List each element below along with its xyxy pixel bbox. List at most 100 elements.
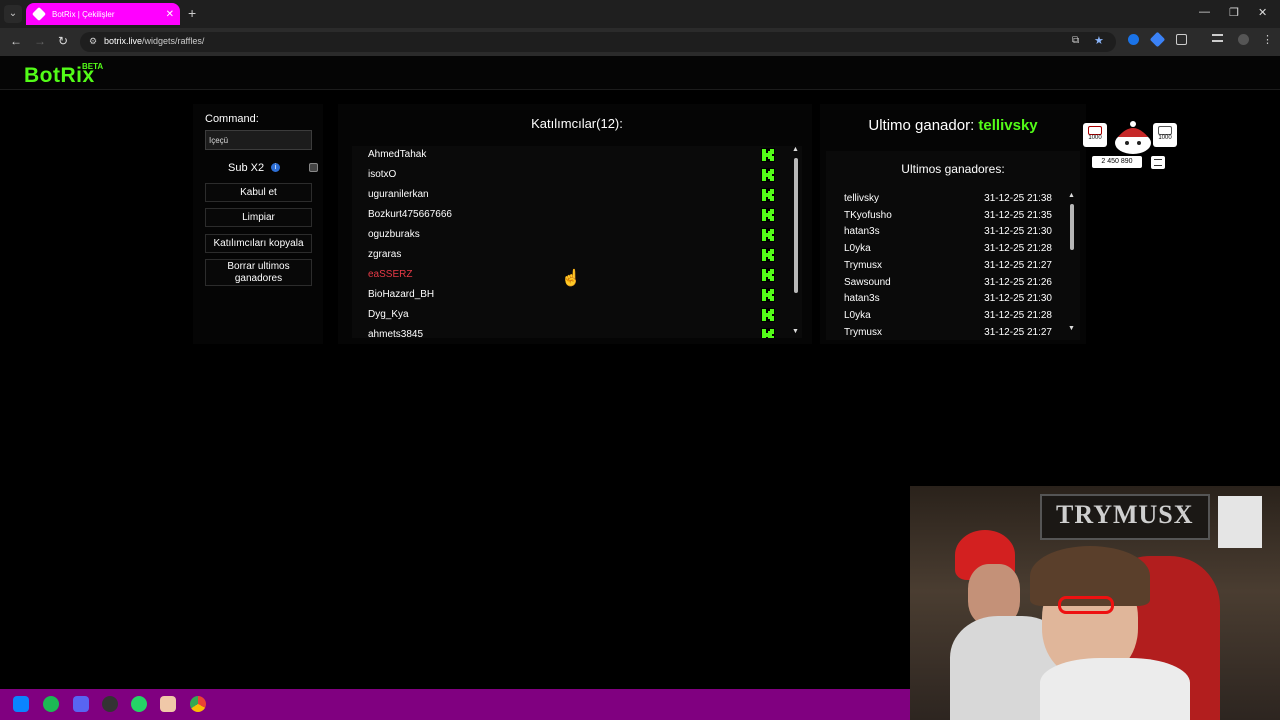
webcam-sign: TRYMUSX	[1056, 500, 1194, 529]
translate-icon[interactable]: ⧉	[1072, 35, 1079, 46]
winner-name: L0yka	[844, 243, 871, 255]
winner-date: 31-12-25 21:28	[984, 243, 1052, 255]
subgoal-badge-left: 1000	[1083, 123, 1107, 147]
media-icon[interactable]	[1212, 34, 1223, 42]
copy-participants-button[interactable]: Katılımcıları kopyala	[205, 234, 312, 253]
participant-row: BioHazard_BH	[352, 286, 782, 306]
winner-date: 31-12-25 21:30	[984, 293, 1052, 305]
winners-list-title: Ultimos ganadores:	[901, 162, 1005, 176]
sub-x2-checkbox[interactable]	[309, 163, 318, 172]
botrix-favicon-icon	[31, 6, 47, 22]
profile-icon[interactable]	[1238, 34, 1249, 45]
kick-logo-icon	[761, 168, 775, 182]
scroll-up-icon[interactable]: ▲	[1068, 192, 1075, 199]
kick-logo-icon	[761, 208, 775, 222]
tab-search-icon[interactable]: ⌄	[4, 5, 22, 23]
winner-row: hatan3s 31-12-25 21:30	[844, 226, 1058, 242]
tab-close-icon[interactable]: ✕	[166, 9, 174, 20]
back-icon[interactable]: ←	[10, 34, 22, 48]
info-icon[interactable]: i	[271, 163, 280, 172]
winner-row: TKyofusho 31-12-25 21:35	[844, 210, 1058, 226]
winner-date: 31-12-25 21:27	[984, 326, 1052, 338]
maximize-icon[interactable]: ❐	[1229, 6, 1239, 19]
winner-name: tellivsky	[844, 193, 880, 204]
last-winner: Ultimo ganador: tellivsky	[826, 117, 1080, 134]
participants-scrollbar[interactable]: ▲ ▼	[790, 146, 802, 338]
subgoal-badge-right: 1000	[1153, 123, 1177, 147]
browser-toolbar: ← → ↻ ⚙ botrix.live/widgets/raffles/ ⧉ ★	[0, 28, 1280, 56]
scroll-up-icon[interactable]: ▲	[792, 146, 799, 153]
forward-icon[interactable]: →	[34, 34, 46, 48]
new-tab-icon[interactable]: +	[188, 5, 196, 21]
scroll-down-icon[interactable]: ▼	[792, 328, 799, 335]
scroll-down-icon[interactable]: ▼	[1068, 325, 1075, 332]
goal-counter: 2 450 890	[1092, 156, 1142, 168]
kick-logo-icon	[761, 308, 775, 322]
discord-icon[interactable]	[73, 696, 89, 712]
tab-title: BotRix | Çekilişler	[52, 9, 115, 19]
participant-row: isotxO	[352, 166, 782, 186]
command-label: Command:	[205, 113, 259, 125]
mouse-cursor-icon: ☝	[561, 270, 581, 287]
winner-row: Trymusx 31-12-25 21:27	[844, 260, 1058, 276]
whatsapp-icon[interactable]	[131, 696, 147, 712]
reload-icon[interactable]: ↻	[58, 34, 68, 48]
site-info-icon[interactable]: ⚙	[89, 36, 97, 47]
mascot-icon	[1115, 121, 1151, 154]
gift-icon	[1158, 126, 1172, 135]
url-text: botrix.live/widgets/raffles/	[104, 36, 205, 46]
extensions-puzzle-icon[interactable]	[1176, 34, 1187, 45]
winner-date: 31-12-25 21:28	[984, 309, 1052, 321]
winner-name: L0yka	[844, 309, 871, 321]
extension-icon[interactable]	[1128, 34, 1139, 45]
kick-logo-icon	[761, 148, 775, 162]
clear-button[interactable]: Limpiar	[205, 208, 312, 227]
participant-name: uguranilerkan	[368, 189, 429, 200]
winners-scrollbar[interactable]: ▲ ▼	[1066, 192, 1078, 334]
participant-name: Dyg_Kya	[368, 309, 409, 320]
delete-winners-button[interactable]: Borrar ultimos ganadores	[205, 259, 312, 286]
address-bar[interactable]: ⚙ botrix.live/widgets/raffles/ ⧉ ★	[80, 32, 1116, 52]
winner-name: Trymusx	[844, 259, 882, 271]
winner-row: hatan3s 31-12-25 21:30	[844, 293, 1058, 309]
accept-button[interactable]: Kabul et	[205, 183, 312, 202]
photos-icon[interactable]	[160, 696, 176, 712]
participant-row: zgraras	[352, 246, 782, 266]
participant-name: eaSSERZ	[368, 269, 413, 280]
window-close-icon[interactable]: ✕	[1258, 6, 1267, 19]
winner-row: L0yka 31-12-25 21:28	[844, 243, 1058, 259]
browser-tab[interactable]: BotRix | Çekilişler ✕	[26, 3, 180, 25]
kick-logo-icon	[761, 268, 775, 282]
winner-date: 31-12-25 21:35	[984, 209, 1052, 221]
windows-start-icon[interactable]	[13, 696, 29, 712]
participant-name: zgraras	[368, 249, 402, 260]
chrome-icon[interactable]	[190, 696, 206, 712]
participants-title: Katılımcılar(12):	[531, 116, 623, 131]
winner-date: 31-12-25 21:27	[984, 259, 1052, 271]
winner-name: hatan3s	[844, 293, 880, 305]
browser-menu-icon[interactable]: ⋮	[1262, 33, 1273, 46]
winner-date: 31-12-25 21:30	[984, 226, 1052, 238]
xbox-icon[interactable]	[102, 696, 118, 712]
command-input[interactable]	[205, 130, 312, 150]
participant-row: uguranilerkan	[352, 186, 782, 206]
kick-logo-icon	[761, 328, 775, 338]
bookmark-star-icon[interactable]: ★	[1094, 34, 1104, 47]
scrollbar-thumb[interactable]	[794, 158, 798, 293]
kick-logo-icon	[761, 288, 775, 302]
winner-name: TKyofusho	[844, 209, 892, 221]
participant-row: ahmets3845	[352, 326, 782, 338]
winner-name: hatan3s	[844, 226, 880, 238]
kick-logo-icon	[761, 228, 775, 242]
scrollbar-thumb[interactable]	[1070, 204, 1074, 250]
participant-name: AhmedTahak	[368, 149, 427, 160]
winner-name: Trymusx	[844, 326, 882, 338]
minimize-icon[interactable]: —	[1199, 6, 1210, 18]
kick-logo-icon	[761, 248, 775, 262]
list-icon	[1151, 156, 1165, 169]
participant-name: oguzburaks	[368, 229, 420, 240]
winner-row: Trymusx 31-12-25 21:27	[844, 327, 1058, 343]
last-winner-name: tellivsky	[978, 117, 1038, 134]
spotify-icon[interactable]	[43, 696, 59, 712]
sub-x2-label: Sub X2	[228, 162, 265, 174]
